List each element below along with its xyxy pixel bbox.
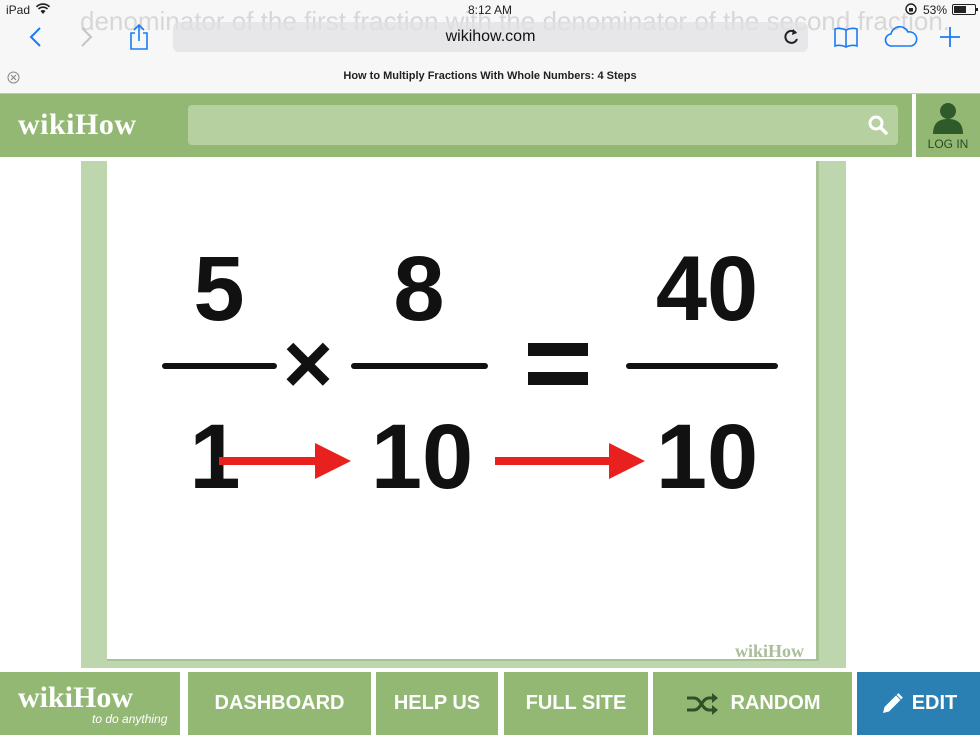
multiply-sign: ×: [282, 316, 334, 412]
edit-button[interactable]: EDIT: [857, 672, 980, 735]
arrow-icon: [495, 443, 645, 479]
login-button[interactable]: LOG IN: [916, 94, 980, 158]
search-icon[interactable]: [867, 114, 889, 136]
forward-icon[interactable]: [72, 22, 102, 52]
equals-sign: [528, 343, 588, 387]
fraction2-numerator: 8: [393, 238, 445, 340]
back-icon[interactable]: [20, 22, 50, 52]
random-button[interactable]: RANDOM: [653, 672, 852, 735]
result-numerator: 40: [655, 238, 759, 340]
help-us-label: HELP US: [393, 692, 481, 714]
dashboard-label: DASHBOARD: [214, 692, 345, 714]
full-site-label: FULL SITE: [525, 692, 627, 714]
fraction2-denominator: 10: [370, 406, 474, 508]
share-icon[interactable]: [124, 22, 154, 52]
edit-label: EDIT: [911, 692, 958, 714]
full-site-button[interactable]: FULL SITE: [504, 672, 648, 735]
bottom-logo[interactable]: wikiHow to do anything: [0, 672, 180, 735]
bookmarks-icon[interactable]: [832, 22, 860, 52]
status-bar: iPad 8:12 AM 53%: [0, 0, 980, 20]
browser-chrome: denominator of the first fraction with t…: [0, 0, 980, 93]
dashboard-button[interactable]: DASHBOARD: [188, 672, 371, 735]
arrow-icon: [219, 443, 351, 479]
wikihow-header: wikiHow LOG IN: [0, 93, 980, 158]
url-text[interactable]: wikihow.com: [173, 28, 808, 46]
bottom-logo-word: wikiHow: [18, 680, 134, 714]
result-denominator: 10: [655, 406, 759, 508]
bottom-nav: wikiHow to do anything DASHBOARD HELP US…: [0, 672, 980, 735]
battery-icon: [952, 4, 978, 15]
wikihow-logo[interactable]: wikiHow: [18, 108, 137, 142]
watermark: wikiHow: [734, 641, 804, 661]
result-bar: [626, 363, 778, 369]
rotation-lock-icon: [905, 3, 917, 15]
search-input[interactable]: [188, 105, 898, 145]
pencil-icon: [882, 692, 903, 713]
logo-how: How: [75, 108, 137, 141]
fraction1-bar: [162, 363, 277, 369]
bottom-logo-tagline: to do anything: [92, 711, 168, 726]
reload-icon[interactable]: [780, 26, 802, 48]
login-label: LOG IN: [927, 137, 969, 151]
fraction1-numerator: 5: [193, 238, 245, 340]
clock: 8:12 AM: [467, 3, 513, 17]
add-tab-icon[interactable]: [937, 22, 963, 52]
article-image: 5 1 × 8 10 40 10 wikiHow: [81, 161, 846, 668]
shuffle-icon: [686, 692, 718, 715]
help-us-button[interactable]: HELP US: [376, 672, 498, 735]
icloud-tabs-icon[interactable]: [884, 22, 918, 52]
random-label: RANDOM: [730, 692, 821, 714]
logo-wiki: wiki: [18, 108, 76, 141]
fraction-illustration: 5 1 × 8 10 40 10 wikiHow: [107, 161, 819, 661]
tab-bar: How to Multiply Fractions With Whole Num…: [0, 64, 980, 93]
user-icon: [933, 103, 963, 134]
address-bar[interactable]: wikihow.com: [173, 22, 808, 52]
tab-title[interactable]: How to Multiply Fractions With Whole Num…: [0, 70, 980, 82]
fraction2-bar: [351, 363, 488, 369]
battery-percentage: 53%: [923, 3, 948, 17]
